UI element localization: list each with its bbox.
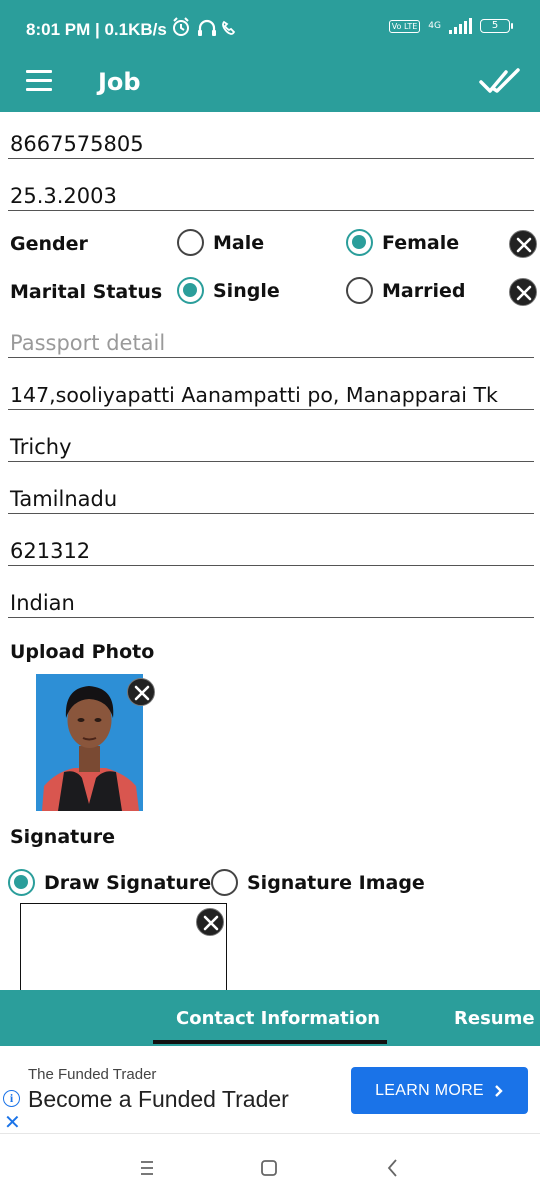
state-field[interactable]: Tamilnadu bbox=[8, 485, 534, 514]
close-icon bbox=[134, 685, 150, 701]
nationality-field[interactable]: Indian bbox=[8, 589, 534, 618]
passport-field[interactable]: Passport detail bbox=[8, 329, 534, 358]
radio-unchecked-icon bbox=[346, 277, 373, 304]
tab-resume[interactable]: Resume H bbox=[454, 1008, 540, 1029]
radio-checked-icon bbox=[177, 277, 204, 304]
gender-female-radio[interactable]: Female bbox=[346, 229, 459, 256]
system-nav-bar bbox=[0, 1134, 540, 1200]
learn-more-label: LEARN MORE bbox=[375, 1081, 484, 1099]
gender-label: Gender bbox=[10, 233, 88, 255]
marital-clear-button[interactable] bbox=[509, 278, 537, 306]
radio-checked-icon bbox=[346, 229, 373, 256]
status-notification-icons bbox=[170, 16, 242, 45]
dob-field[interactable]: 25.3.2003 bbox=[8, 182, 534, 211]
signal-strength-icon bbox=[449, 18, 472, 34]
learn-more-button[interactable]: LEARN MORE bbox=[351, 1067, 528, 1114]
gender-clear-button[interactable] bbox=[509, 230, 537, 258]
menu-icon[interactable] bbox=[26, 70, 52, 92]
section-tab-bar: Contact Information Resume H bbox=[0, 990, 540, 1046]
home-icon[interactable] bbox=[254, 1154, 284, 1182]
app-bar: Job bbox=[0, 60, 540, 112]
pincode-field[interactable]: 621312 bbox=[8, 537, 534, 566]
recent-apps-icon[interactable] bbox=[132, 1154, 162, 1182]
close-icon bbox=[516, 237, 532, 253]
radio-unchecked-icon bbox=[211, 869, 238, 896]
active-tab-indicator bbox=[153, 1040, 387, 1044]
close-icon bbox=[203, 915, 219, 931]
signature-label: Signature bbox=[10, 826, 116, 848]
battery-level: 5 bbox=[491, 20, 499, 31]
city-field[interactable]: Trichy bbox=[8, 433, 534, 462]
gender-male-radio[interactable]: Male bbox=[177, 229, 264, 256]
double-check-icon[interactable] bbox=[478, 64, 522, 98]
info-icon[interactable]: i bbox=[3, 1090, 20, 1107]
network-type: 4G bbox=[428, 20, 441, 31]
status-right: Vo LTE 4G 5 bbox=[388, 18, 513, 34]
chevron-right-icon bbox=[495, 1084, 503, 1097]
alarm-headphones-call-icons bbox=[173, 17, 236, 36]
volte-badge: Vo LTE bbox=[388, 19, 421, 33]
signature-image-label: Signature Image bbox=[247, 871, 425, 894]
draw-signature-label: Draw Signature bbox=[44, 871, 212, 894]
draw-signature-radio[interactable]: Draw Signature bbox=[8, 869, 211, 896]
ad-headline[interactable]: Become a Funded Trader bbox=[28, 1086, 289, 1113]
address-field[interactable]: 147,sooliyapatti Aanampatti po, Manappar… bbox=[8, 381, 534, 410]
status-bar: 8:01 PM | 0.1KB/s Vo LTE 4G 5 bbox=[0, 0, 540, 60]
marital-single-label: Single bbox=[213, 279, 280, 302]
gender-female-label: Female bbox=[382, 231, 460, 254]
battery-icon: 5 bbox=[480, 19, 513, 33]
signature-image-radio[interactable]: Signature Image bbox=[211, 869, 425, 896]
upload-photo-label: Upload Photo bbox=[10, 641, 155, 663]
close-icon[interactable]: ✕ bbox=[4, 1112, 21, 1132]
phone-field[interactable]: 8667575805 bbox=[8, 130, 534, 159]
close-icon bbox=[516, 285, 532, 301]
back-icon[interactable] bbox=[378, 1154, 408, 1182]
remove-photo-button[interactable] bbox=[127, 678, 155, 706]
ad-banner[interactable]: The Funded Trader Become a Funded Trader… bbox=[0, 1046, 540, 1134]
clear-signature-button[interactable] bbox=[196, 908, 224, 936]
gender-male-label: Male bbox=[213, 231, 265, 254]
radio-unchecked-icon bbox=[177, 229, 204, 256]
marital-married-label: Married bbox=[382, 279, 466, 302]
tab-contact-information[interactable]: Contact Information bbox=[176, 1008, 380, 1029]
marital-status-label: Marital Status bbox=[10, 281, 163, 303]
marital-single-radio[interactable]: Single bbox=[177, 277, 280, 304]
radio-checked-icon bbox=[8, 869, 35, 896]
marital-married-radio[interactable]: Married bbox=[346, 277, 465, 304]
status-time: 8:01 PM | 0.1KB/s bbox=[26, 20, 167, 39]
page-title: Job bbox=[98, 68, 141, 96]
ad-advertiser: The Funded Trader bbox=[28, 1066, 157, 1083]
